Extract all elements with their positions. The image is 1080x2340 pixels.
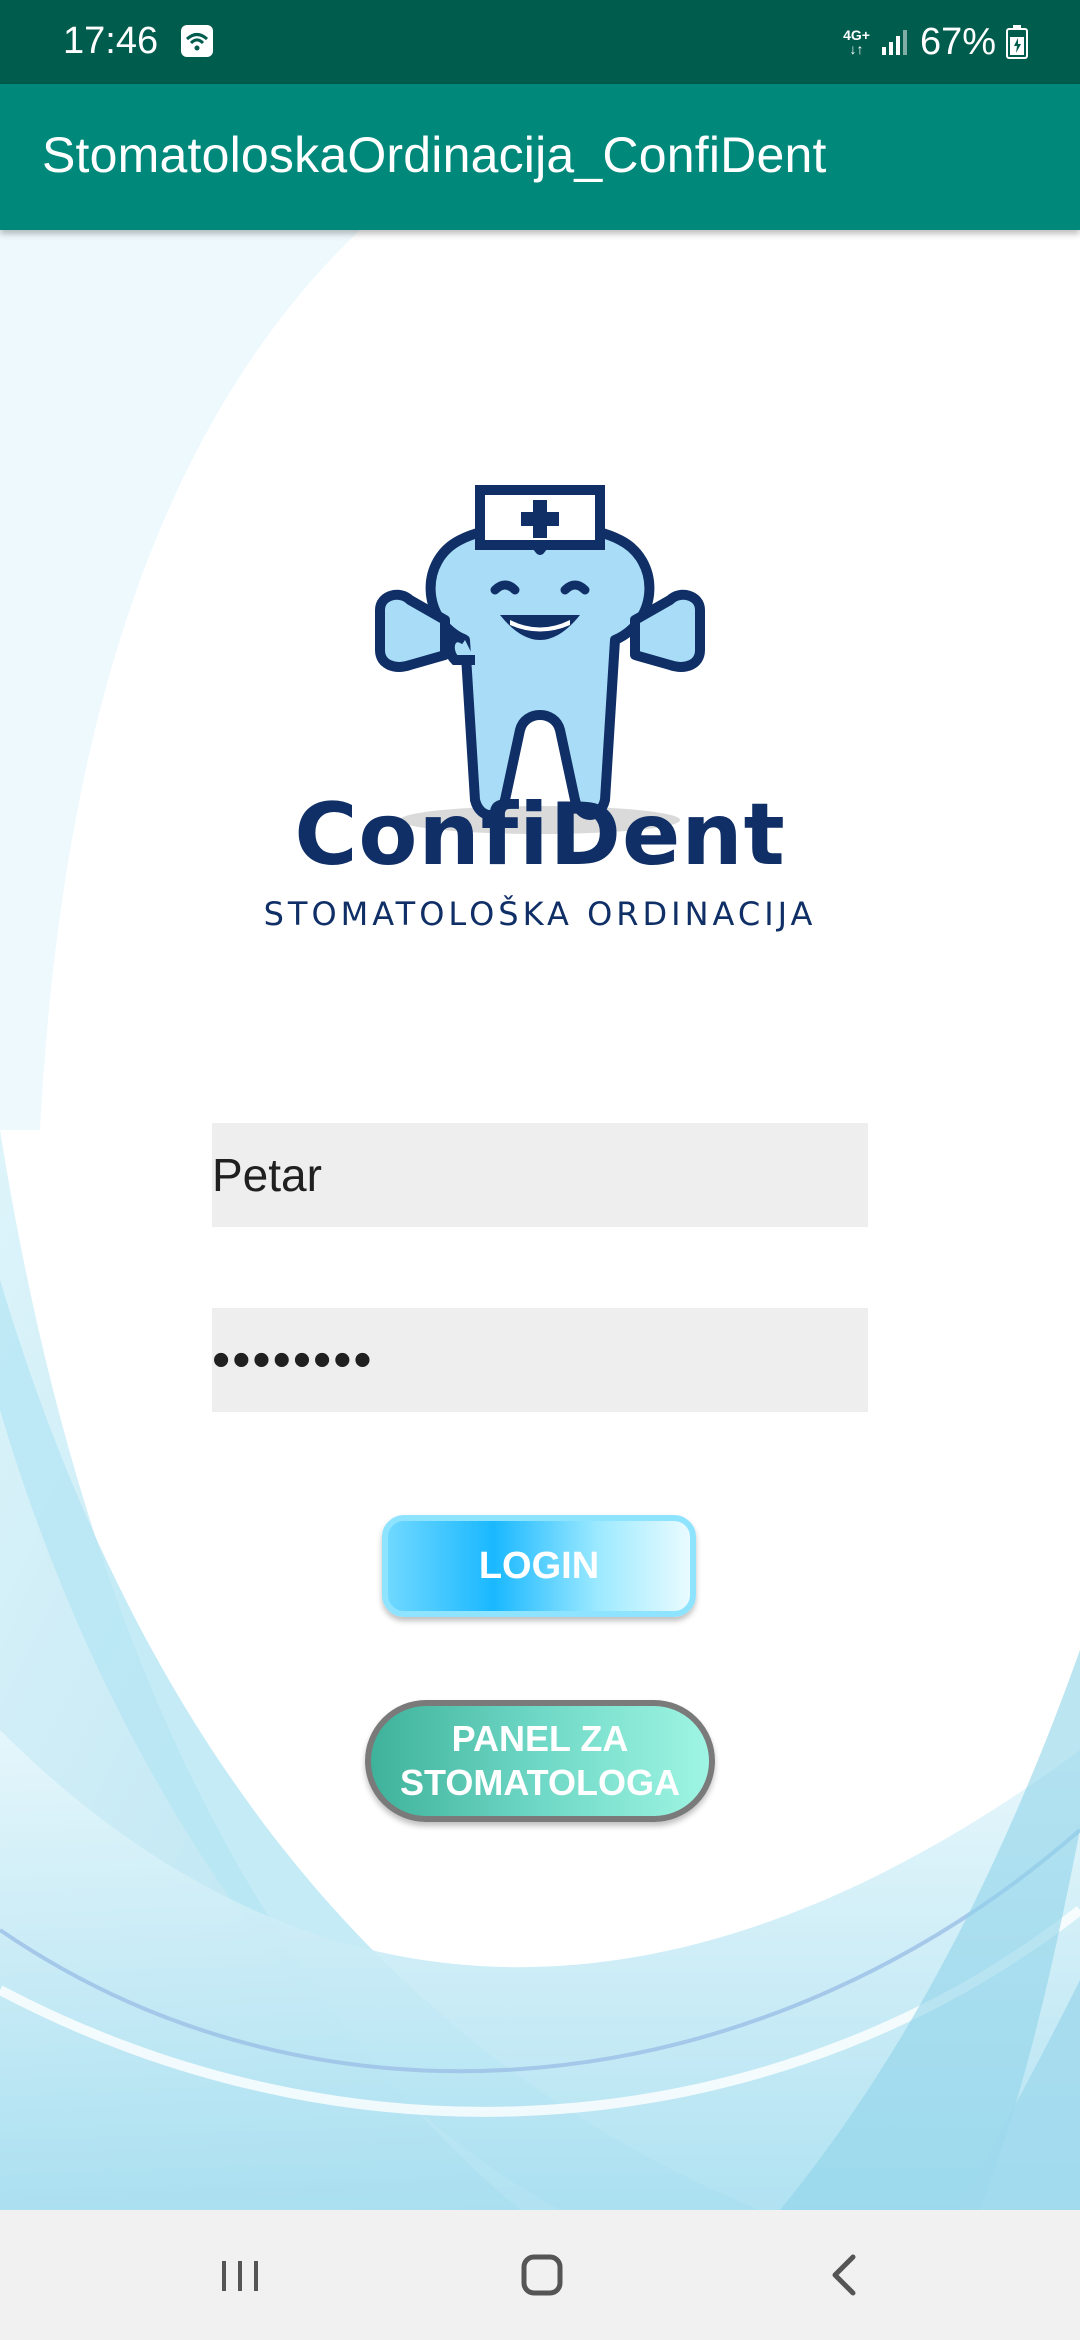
- wifi-icon: [181, 25, 213, 57]
- brand-name: ConfiDent: [294, 785, 786, 885]
- battery-icon: [1006, 25, 1028, 59]
- brand-subtitle: STOMATOLOŠKA ORDINACIJA: [263, 895, 817, 933]
- app-bar: StomatoloskaOrdinacija_ConfiDent: [0, 84, 1080, 230]
- battery-percent: 67%: [919, 20, 996, 63]
- dentist-panel-label-line1: PANEL ZA: [451, 1718, 629, 1759]
- dentist-panel-label-line2: STOMATOLOGA: [399, 1762, 680, 1803]
- status-bar: 17:46 4G+ ↓↑ 67%: [0, 0, 1080, 84]
- navigation-bar: [0, 2210, 1080, 2340]
- tooth-mascot-icon: [375, 485, 705, 834]
- network-type: 4G+ ↓↑: [843, 27, 870, 57]
- dentist-panel-button[interactable]: PANEL ZA STOMATOLOGA: [365, 1700, 715, 1822]
- login-button[interactable]: LOGIN: [382, 1515, 696, 1617]
- status-time: 17:46: [63, 20, 159, 62]
- recents-icon[interactable]: [210, 2245, 270, 2305]
- status-indicators: 4G+ ↓↑ 67%: [843, 20, 1028, 64]
- app-title: StomatoloskaOrdinacija_ConfiDent: [42, 127, 827, 183]
- signal-icon: [881, 30, 907, 55]
- home-icon[interactable]: [512, 2245, 572, 2305]
- username-input[interactable]: [212, 1123, 868, 1227]
- password-input[interactable]: [212, 1308, 868, 1412]
- back-icon[interactable]: [815, 2245, 875, 2305]
- login-screen: ConfiDent STOMATOLOŠKA ORDINACIJA LOGIN …: [0, 230, 1080, 2210]
